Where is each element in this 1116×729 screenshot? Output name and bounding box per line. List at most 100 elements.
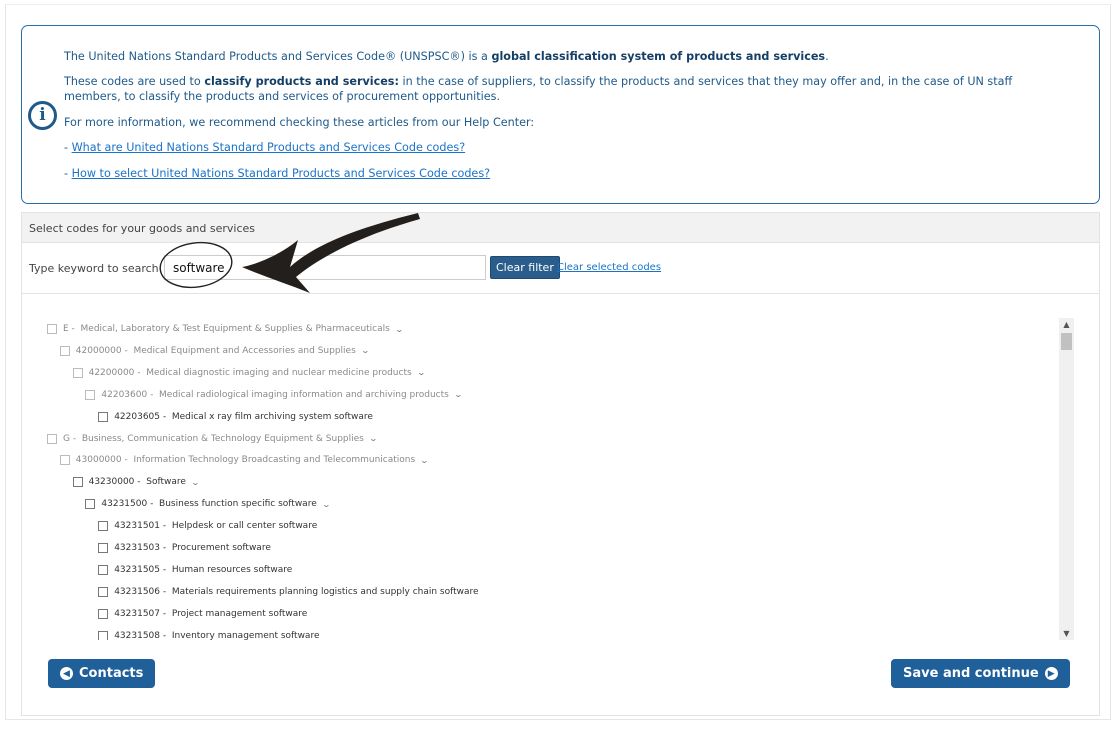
select-code-checkbox[interactable] xyxy=(59,455,70,466)
select-code-checkbox[interactable] xyxy=(47,324,57,334)
separator: - xyxy=(121,455,134,466)
code-name: Medical, Laboratory & Test Equipment & S… xyxy=(80,324,390,334)
separator: - xyxy=(160,521,172,532)
search-row: Type keyword to search: Clear filter Cle… xyxy=(22,243,1099,294)
help-link-how-to-select[interactable]: How to select United Nations Standard Pr… xyxy=(72,167,491,180)
clear-selected-codes-link[interactable]: Clear selected codes xyxy=(557,262,661,273)
code-number: 42000000 xyxy=(75,345,122,356)
code-number: 43231505 xyxy=(114,564,160,575)
tree-item: 43231506 - Materials requirements planni… xyxy=(98,582,479,602)
chevron-down-icon[interactable]: ⌄ xyxy=(191,478,200,487)
code-name: Software xyxy=(146,477,186,488)
tree-item: 42200000 - Medical diagnostic imaging an… xyxy=(72,363,426,383)
separator: - xyxy=(147,389,160,400)
chevron-down-icon[interactable]: ⌄ xyxy=(321,500,330,509)
select-code-checkbox[interactable] xyxy=(98,543,109,553)
select-code-checkbox[interactable] xyxy=(59,345,70,356)
info-icon: i xyxy=(28,101,57,130)
tree-item: G - Business, Communication & Technology… xyxy=(47,429,378,449)
separator: - xyxy=(160,564,172,575)
scrollbar-thumb[interactable] xyxy=(1061,333,1072,350)
code-number: 43231507 xyxy=(114,608,160,619)
select-code-checkbox[interactable] xyxy=(85,499,96,510)
separator: - xyxy=(160,543,172,553)
code-name: Medical Equipment and Accessories and Su… xyxy=(133,345,356,356)
code-number: G xyxy=(63,433,70,444)
text: . xyxy=(825,50,829,63)
tree-item: 43231508 - Inventory management software xyxy=(98,626,320,640)
chevron-down-icon[interactable]: ⌄ xyxy=(360,346,369,355)
scroll-down-arrow-icon[interactable]: ▼ xyxy=(1059,629,1074,638)
tree-scrollbar[interactable]: ▲ ▼ xyxy=(1059,318,1074,640)
code-number: 42200000 xyxy=(88,367,135,378)
chevron-down-icon[interactable]: ⌄ xyxy=(369,434,378,443)
help-link-what-are-codes[interactable]: What are United Nations Standard Product… xyxy=(72,141,466,154)
arrow-right-circle-icon: ▶ xyxy=(1044,667,1058,680)
keyword-search-input[interactable] xyxy=(164,255,486,280)
separator: - xyxy=(160,630,172,640)
info-paragraph-1: The United Nations Standard Products and… xyxy=(64,49,1069,64)
tree-item: 43231507 - Project management software xyxy=(98,604,307,624)
chevron-down-icon[interactable]: ⌄ xyxy=(453,390,462,399)
code-name: Helpdesk or call center software xyxy=(171,521,318,532)
scroll-up-arrow-icon[interactable]: ▲ xyxy=(1059,320,1074,329)
select-code-checkbox[interactable] xyxy=(98,411,109,422)
tree-item: 42000000 - Medical Equipment and Accesso… xyxy=(59,341,370,361)
info-box: i The United Nations Standard Products a… xyxy=(21,25,1100,204)
select-code-checkbox[interactable] xyxy=(72,477,83,488)
code-number: 43231501 xyxy=(114,521,160,532)
code-name: Business, Communication & Technology Equ… xyxy=(81,433,364,444)
select-code-checkbox[interactable] xyxy=(72,367,83,378)
select-code-checkbox[interactable] xyxy=(98,608,109,619)
clear-filter-button[interactable]: Clear filter xyxy=(490,256,560,279)
info-paragraph-3: For more information, we recommend check… xyxy=(64,116,535,129)
code-name: Inventory management software xyxy=(171,630,320,640)
select-code-checkbox[interactable] xyxy=(47,433,57,444)
select-code-checkbox[interactable] xyxy=(98,521,109,532)
separator: - xyxy=(68,324,81,334)
select-code-checkbox[interactable] xyxy=(85,389,96,400)
tree-item: 43231505 - Human resources software xyxy=(98,560,292,580)
separator: - xyxy=(160,586,172,597)
separator: - xyxy=(160,608,172,619)
select-code-checkbox[interactable] xyxy=(98,586,109,597)
code-name: Materials requirements planning logistic… xyxy=(171,586,479,597)
select-code-checkbox[interactable] xyxy=(98,630,109,640)
code-name: Information Technology Broadcasting and … xyxy=(133,455,416,466)
select-code-checkbox[interactable] xyxy=(98,564,109,575)
arrow-left-circle-icon: ◀ xyxy=(60,667,73,680)
chevron-down-icon[interactable]: ⌄ xyxy=(420,456,429,465)
separator: - xyxy=(69,433,82,444)
code-number: 43231506 xyxy=(114,586,160,597)
separator: - xyxy=(147,499,160,510)
tree-item: 43000000 - Information Technology Broadc… xyxy=(59,450,429,470)
help-link-row-2: - How to select United Nations Standard … xyxy=(64,166,1069,181)
tree-item: 43230000 - Software ⌄ xyxy=(72,472,200,492)
bold-text: global classification system of products… xyxy=(491,50,826,63)
tree-item: 42203605 - Medical x ray film archiving … xyxy=(98,407,373,427)
dash: - xyxy=(64,141,72,154)
chevron-down-icon[interactable]: ⌄ xyxy=(416,368,425,377)
separator: - xyxy=(160,411,172,422)
tree-item: 42203600 - Medical radiological imaging … xyxy=(85,385,463,405)
code-number: 43231503 xyxy=(114,543,160,553)
dash: - xyxy=(64,167,72,180)
info-paragraph-2: These codes are used to classify product… xyxy=(64,74,1069,104)
code-name: Medical radiological imaging information… xyxy=(159,389,449,400)
separator: - xyxy=(121,345,134,356)
tree-item: 43231500 - Business function specific so… xyxy=(85,494,331,514)
text: The United Nations Standard Products and… xyxy=(64,50,492,63)
code-name: Medical x ray film archiving system soft… xyxy=(171,411,373,422)
save-and-continue-button[interactable]: Save and continue ▶ xyxy=(891,659,1070,688)
code-number: 42203600 xyxy=(101,389,148,400)
tree-item: E - Medical, Laboratory & Test Equipment… xyxy=(47,319,404,339)
code-number: 43230000 xyxy=(88,477,135,488)
code-name: Human resources software xyxy=(171,564,293,575)
separator: - xyxy=(134,477,147,488)
code-number: 42203605 xyxy=(114,411,160,422)
tree-item: 43231501 - Helpdesk or call center softw… xyxy=(98,516,317,536)
contacts-back-button[interactable]: ◀ Contacts xyxy=(48,659,156,688)
button-label: Contacts xyxy=(79,666,144,681)
text: These codes are used to xyxy=(64,75,205,88)
chevron-down-icon[interactable]: ⌄ xyxy=(394,325,403,334)
